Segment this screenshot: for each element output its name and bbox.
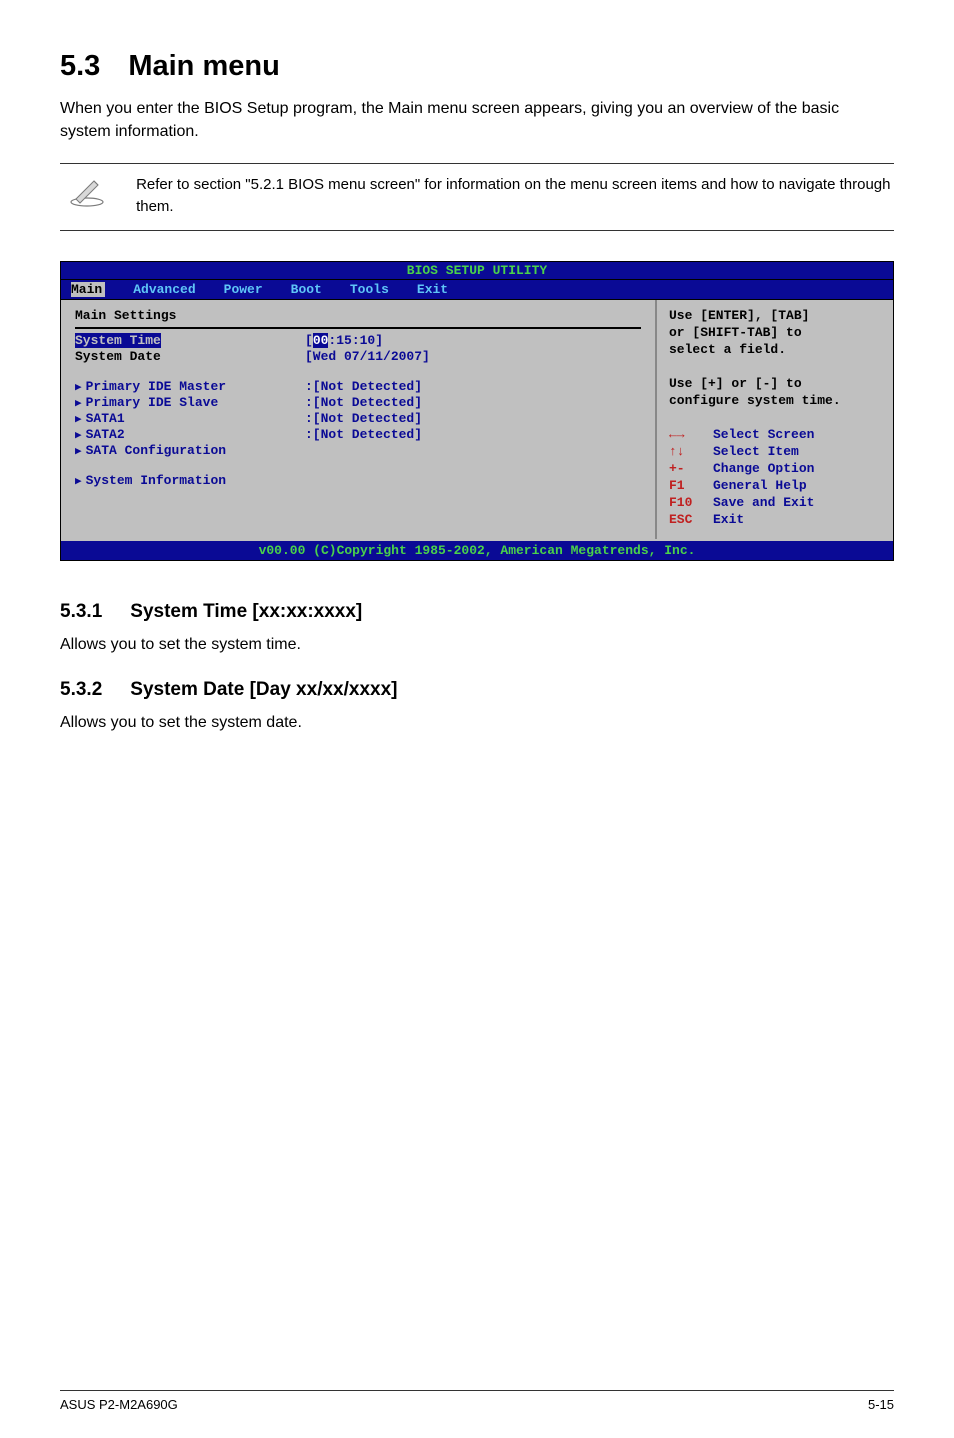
key-arrows-lr-icon: ←→ — [669, 427, 713, 442]
bios-menu-bar: Main Advanced Power Boot Tools Exit — [61, 280, 893, 300]
key-plusminus-icon: +- — [669, 461, 713, 476]
key-arrows-ud-icon: ↑↓ — [669, 444, 713, 459]
bios-main-panel: Main Settings System Time [00:15:10] Sys… — [61, 300, 655, 539]
bios-menu-boot: Boot — [291, 282, 322, 297]
bios-item: ▶Primary IDE Slave:[Not Detected] — [75, 395, 641, 410]
subsection-title: System Date [Day xx/xx/xxxx] — [130, 679, 397, 700]
page-footer: ASUS P2-M2A690G 5-15 — [60, 1390, 894, 1412]
triangle-icon: ▶ — [75, 430, 82, 442]
triangle-icon: ▶ — [75, 382, 82, 394]
bios-row-system-date: System Date [Wed 07/11/2007] — [75, 349, 641, 364]
section-number: 5.3 — [60, 50, 100, 82]
subsection-number: 5.3.1 — [60, 601, 102, 622]
system-date-label: System Date — [75, 349, 305, 364]
bios-item: ▶SATA Configuration — [75, 443, 641, 458]
footer-left: ASUS P2-M2A690G — [60, 1397, 178, 1412]
key-esc: ESC — [669, 512, 713, 527]
subsection-heading: 5.3.1 System Time [xx:xx:xxxx] — [60, 601, 894, 623]
system-time-label: System Time — [75, 333, 161, 348]
triangle-icon: ▶ — [75, 476, 82, 488]
bios-title-bar: BIOS SETUP UTILITY — [61, 262, 893, 280]
key-f10: F10 — [669, 495, 713, 510]
bios-item: ▶Primary IDE Master:[Not Detected] — [75, 379, 641, 394]
bios-copyright: v00.00 (C)Copyright 1985-2002, American … — [259, 543, 696, 558]
bios-item: ▶SATA2:[Not Detected] — [75, 427, 641, 442]
footer-page-number: 5-15 — [868, 1397, 894, 1412]
subsection-body: Allows you to set the system date. — [60, 711, 894, 735]
note-text: Refer to section "5.2.1 BIOS menu screen… — [136, 174, 894, 218]
pencil-note-icon — [68, 174, 106, 210]
bios-panel-title: Main Settings — [75, 308, 641, 323]
bios-screenshot: BIOS SETUP UTILITY Main Advanced Power B… — [60, 261, 894, 561]
subsection-body: Allows you to set the system time. — [60, 633, 894, 657]
note-callout: Refer to section "5.2.1 BIOS menu screen… — [60, 163, 894, 231]
intro-paragraph: When you enter the BIOS Setup program, t… — [60, 97, 894, 143]
bios-help-text: Use [ENTER], [TAB] or [SHIFT-TAB] to sel… — [669, 308, 881, 410]
system-time-value: [00:15:10] — [305, 333, 383, 348]
triangle-icon: ▶ — [75, 398, 82, 410]
system-date-value: [Wed 07/11/2007] — [305, 349, 430, 364]
subsection-heading: 5.3.2 System Date [Day xx/xx/xxxx] — [60, 679, 894, 701]
bios-menu-power: Power — [224, 282, 263, 297]
subsection-title: System Time [xx:xx:xxxx] — [130, 601, 362, 622]
bios-help-keys: ←→Select Screen ↑↓Select Item +-Change O… — [669, 427, 881, 527]
bios-help-panel: Use [ENTER], [TAB] or [SHIFT-TAB] to sel… — [655, 300, 893, 539]
subsection-number: 5.3.2 — [60, 679, 102, 700]
triangle-icon: ▶ — [75, 414, 82, 426]
bios-item: ▶System Information — [75, 473, 641, 488]
bios-item: ▶SATA1:[Not Detected] — [75, 411, 641, 426]
section-heading: 5.3 Main menu — [60, 50, 894, 83]
bios-row-system-time: System Time [00:15:10] — [75, 333, 641, 348]
bios-menu-exit: Exit — [417, 282, 448, 297]
bios-title: BIOS SETUP UTILITY — [407, 263, 547, 278]
section-title: Main menu — [128, 50, 279, 82]
bios-divider — [75, 327, 641, 329]
bios-footer: v00.00 (C)Copyright 1985-2002, American … — [61, 539, 893, 560]
bios-body: Main Settings System Time [00:15:10] Sys… — [61, 300, 893, 539]
bios-menu-main: Main — [71, 282, 105, 297]
key-f1: F1 — [669, 478, 713, 493]
bios-menu-tools: Tools — [350, 282, 389, 297]
bios-menu-advanced: Advanced — [133, 282, 195, 297]
triangle-icon: ▶ — [75, 446, 82, 458]
